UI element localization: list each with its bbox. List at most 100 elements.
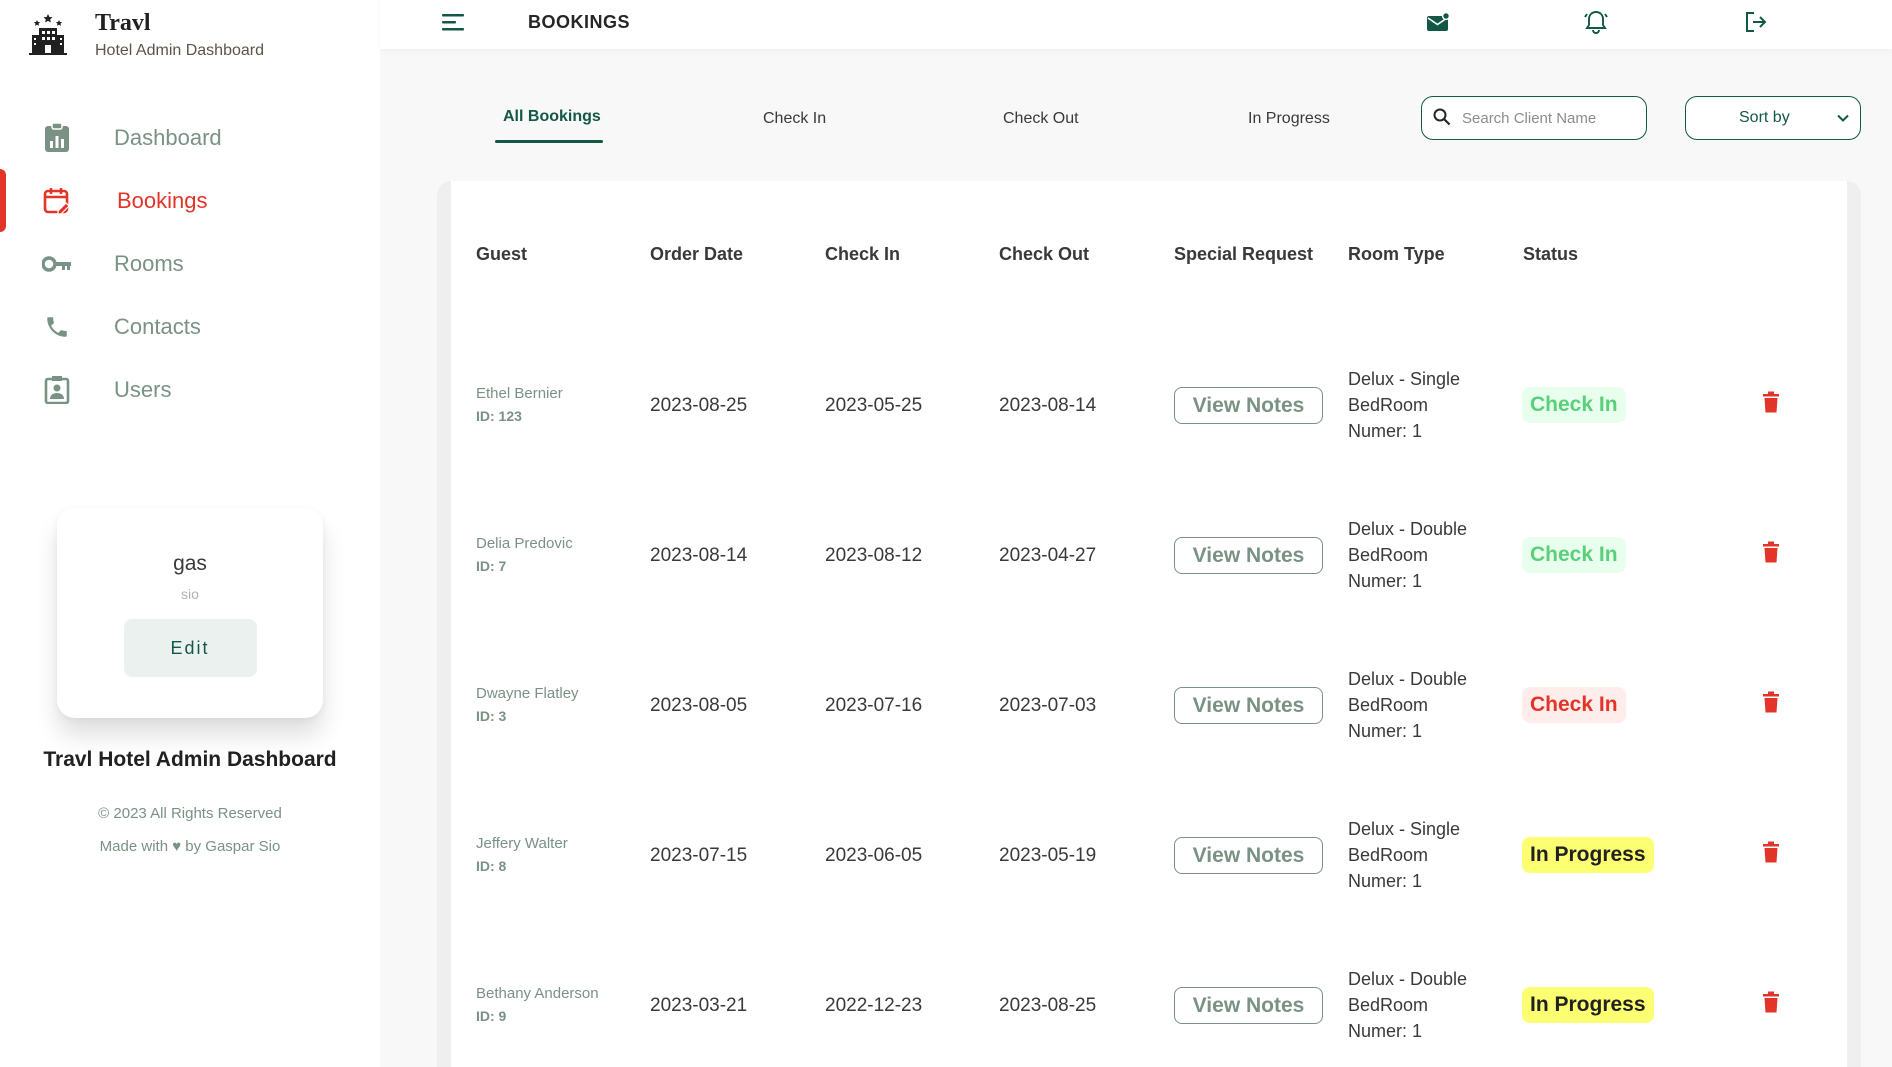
sidebar-item-label: Bookings — [117, 187, 208, 213]
mail-icon[interactable] — [1425, 9, 1451, 35]
tab-all-bookings[interactable]: All Bookings — [503, 108, 601, 126]
check-in-date: 2023-08-12 — [825, 545, 923, 566]
search-box — [1421, 96, 1647, 140]
view-notes-button[interactable]: View Notes — [1174, 687, 1323, 724]
column-header-status[interactable]: Status — [1523, 244, 1578, 265]
menu-icon[interactable] — [442, 12, 466, 32]
column-header-check-in[interactable]: Check In — [825, 244, 900, 265]
guest-name[interactable]: Ethel Bernier — [476, 385, 563, 402]
check-out-date: 2023-05-19 — [999, 845, 1097, 866]
sidebar-item-rooms[interactable]: Rooms — [0, 232, 380, 295]
column-header-guest[interactable]: Guest — [476, 244, 527, 265]
guest-id: ID: 9 — [476, 1008, 507, 1024]
room-type: Delux - Double BedRoom Numer: 1 — [1348, 966, 1467, 1044]
search-icon — [1433, 108, 1451, 126]
room-type-name: Delux - Double — [1348, 519, 1468, 539]
dashboard-icon — [42, 122, 72, 153]
sidebar-item-label: Contacts — [114, 313, 201, 339]
profile-name: gas — [173, 552, 207, 575]
search-input[interactable] — [1462, 105, 1637, 131]
booking-tabs: All Bookings Check In Check Out In Progr… — [495, 100, 1395, 145]
sidebar-item-users[interactable]: Users — [0, 358, 380, 421]
trash-icon[interactable] — [1762, 991, 1780, 1013]
sidebar-nav: Dashboard Bookings Rooms Contacts Users — [0, 106, 380, 421]
column-header-check-out[interactable]: Check Out — [999, 244, 1089, 265]
hotel-logo-icon — [29, 14, 67, 55]
order-date: 2023-03-21 — [650, 995, 748, 1016]
room-type-name: Delux - Double — [1348, 969, 1468, 989]
sidebar-item-bookings[interactable]: Bookings — [0, 169, 380, 232]
order-date: 2023-07-15 — [650, 845, 748, 866]
sort-by-select[interactable]: Sort by — [1685, 96, 1861, 140]
active-indicator — [0, 169, 6, 232]
brand-title: Travl — [95, 10, 151, 36]
trash-icon[interactable] — [1762, 691, 1780, 713]
column-header-room-type[interactable]: Room Type — [1348, 244, 1445, 265]
guest-id: ID: 123 — [476, 408, 522, 424]
sidebar-item-dashboard[interactable]: Dashboard — [0, 106, 380, 169]
sidebar: Travl Hotel Admin Dashboard Dashboard Bo… — [0, 0, 380, 1067]
brand[interactable]: Travl Hotel Admin Dashboard — [28, 10, 264, 60]
logout-icon[interactable] — [1742, 9, 1768, 35]
page-title: BOOKINGS — [528, 12, 631, 32]
check-out-date: 2023-07-03 — [999, 695, 1097, 716]
bell-icon[interactable] — [1583, 9, 1609, 35]
status-badge: Check In — [1522, 537, 1626, 573]
made-with-text: Made with ♥ by Gaspar Sio — [99, 838, 281, 855]
table-row[interactable]: Ethel Bernier ID: 123 2023-08-25 2023-05… — [451, 330, 1847, 480]
sidebar-footer-title: Travl Hotel Admin Dashboard — [43, 748, 337, 771]
guest-name[interactable]: Jeffery Walter — [476, 835, 568, 852]
edit-profile-button[interactable]: Edit — [123, 619, 257, 677]
room-type-name: Delux - Single — [1348, 369, 1461, 389]
guest-name[interactable]: Dwayne Flatley — [476, 685, 579, 702]
sidebar-item-contacts[interactable]: Contacts — [0, 295, 380, 358]
profile-card: gas sio Edit — [57, 508, 323, 718]
room-type-kind: BedRoom — [1348, 995, 1429, 1015]
guest-name[interactable]: Bethany Anderson — [476, 985, 599, 1002]
topbar: BOOKINGS — [380, 0, 1892, 49]
order-date: 2023-08-14 — [650, 545, 748, 566]
guest-id: ID: 3 — [476, 708, 507, 724]
table-row[interactable]: Bethany Anderson ID: 9 2023-03-21 2022-1… — [451, 930, 1847, 1067]
room-type: Delux - Single BedRoom Numer: 1 — [1348, 816, 1460, 894]
tab-check-out[interactable]: Check Out — [1003, 110, 1079, 128]
room-type-kind: BedRoom — [1348, 545, 1429, 565]
tab-in-progress[interactable]: In Progress — [1248, 110, 1330, 128]
phone-icon — [42, 312, 72, 342]
view-notes-button[interactable]: View Notes — [1174, 987, 1323, 1024]
table-row[interactable]: Dwayne Flatley ID: 3 2023-08-05 2023-07-… — [451, 630, 1847, 780]
key-icon — [42, 249, 72, 279]
room-number: Numer: 1 — [1348, 571, 1423, 591]
order-date: 2023-08-05 — [650, 695, 748, 716]
trash-icon[interactable] — [1762, 541, 1780, 563]
view-notes-button[interactable]: View Notes — [1174, 537, 1323, 574]
tab-check-in[interactable]: Check In — [763, 110, 826, 128]
status-badge: Check In — [1522, 387, 1626, 423]
view-notes-button[interactable]: View Notes — [1174, 387, 1323, 424]
room-type-kind: BedRoom — [1348, 695, 1429, 715]
status-badge: In Progress — [1522, 987, 1654, 1023]
check-in-date: 2022-12-23 — [825, 995, 923, 1016]
table-row[interactable]: Jeffery Walter ID: 8 2023-07-15 2023-06-… — [451, 780, 1847, 930]
room-type-kind: BedRoom — [1348, 845, 1429, 865]
check-out-date: 2023-04-27 — [999, 545, 1097, 566]
active-tab-underline — [495, 140, 603, 143]
trash-icon[interactable] — [1762, 841, 1780, 863]
guest-name[interactable]: Delia Predovic — [476, 535, 573, 552]
column-header-special-request[interactable]: Special Request — [1174, 244, 1313, 265]
room-type-name: Delux - Single — [1348, 819, 1461, 839]
guest-id: ID: 7 — [476, 558, 507, 574]
column-header-order-date[interactable]: Order Date — [650, 244, 743, 265]
check-out-date: 2023-08-25 — [999, 995, 1097, 1016]
brand-subtitle: Hotel Admin Dashboard — [95, 42, 264, 60]
sidebar-item-label: Rooms — [114, 250, 184, 276]
table-row[interactable]: Delia Predovic ID: 7 2023-08-14 2023-08-… — [451, 480, 1847, 630]
view-notes-button[interactable]: View Notes — [1174, 837, 1323, 874]
calendar-edit-icon — [42, 186, 72, 216]
chevron-down-icon — [1837, 114, 1849, 122]
profile-subtitle: sio — [181, 586, 199, 602]
trash-icon[interactable] — [1762, 391, 1780, 413]
room-type: Delux - Single BedRoom Numer: 1 — [1348, 366, 1460, 444]
guest-id: ID: 8 — [476, 858, 507, 874]
copyright-text: © 2023 All Rights Reserved — [98, 805, 282, 822]
